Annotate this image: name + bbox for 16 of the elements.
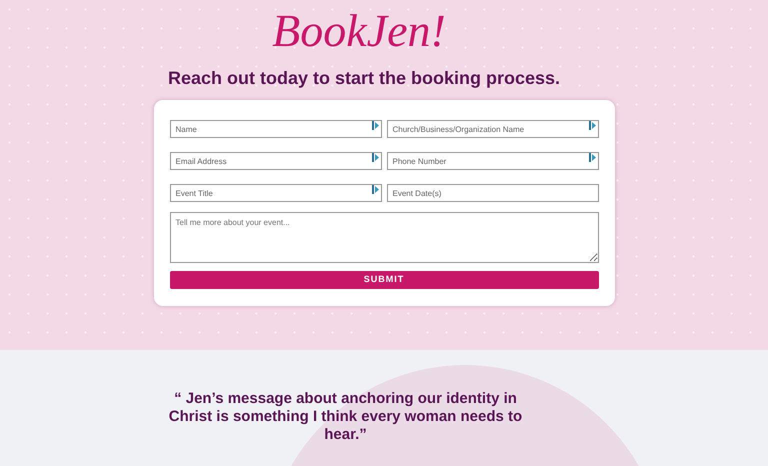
input-field[interactable]: Church/Business/Organization Name <box>386 120 598 138</box>
input-field[interactable]: Name <box>170 120 382 138</box>
input-field[interactable]: Event Date(s) <box>386 184 598 202</box>
heading: Reach out today to start the booking process. <box>168 66 560 90</box>
autofill-icon[interactable] <box>588 120 596 130</box>
input-field[interactable]: Email Address <box>170 152 382 170</box>
autofill-icon[interactable] <box>372 184 378 194</box>
testimonial-quote: “ Jen’s message about anchoring our identity in Christ is something I think every woman needs to hear.” <box>168 390 524 445</box>
logo: BookJen! <box>272 6 446 57</box>
autofill-icon[interactable] <box>372 120 378 130</box>
input-field[interactable]: Phone Number <box>386 152 598 170</box>
submit-button[interactable]: SUBMIT <box>170 270 598 289</box>
message-field[interactable]: Tell me more about your event... <box>170 212 598 263</box>
autofill-icon[interactable] <box>588 152 596 162</box>
input-field[interactable]: Event Title <box>170 184 382 202</box>
autofill-icon[interactable] <box>372 152 378 162</box>
